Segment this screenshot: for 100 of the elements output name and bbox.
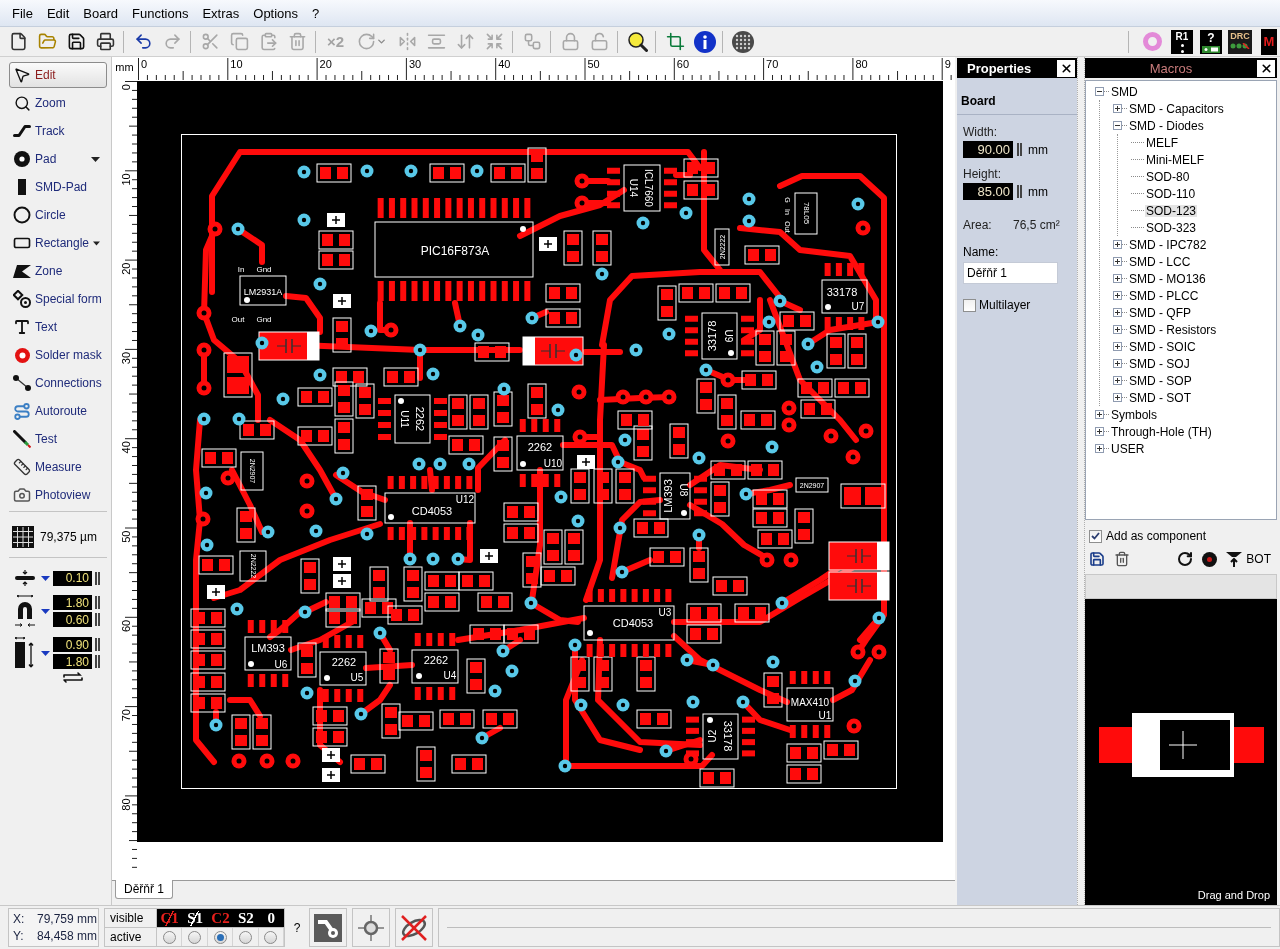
tree-item[interactable]: USER [1110,442,1146,455]
help-label[interactable]: ? [290,908,304,947]
tool-button[interactable]: Measure [9,454,107,480]
layer-toggle[interactable]: S2 [238,910,254,926]
tree-item[interactable]: SMD - IPC782 [1128,238,1208,251]
dropdown-caret-icon[interactable] [41,650,50,656]
tree-item[interactable]: SOD-110 [1145,187,1197,200]
track-tool-button[interactable] [309,908,347,947]
rule-check-button[interactable]: DRC [1228,29,1252,54]
record-dot-icon[interactable] [1202,551,1218,567]
tree-item[interactable]: SMD - LCC [1128,255,1192,268]
tool-button[interactable]: Text [9,314,107,340]
name-field[interactable]: Děřňř 1 [963,262,1058,284]
expand-box-icon[interactable] [1113,342,1122,351]
tree-item[interactable]: Through-Hole (TH) [1110,425,1213,438]
tree-item[interactable]: SMD - PLCC [1128,289,1200,302]
expand-box-icon[interactable] [1113,274,1122,283]
collapse-box-icon[interactable] [1113,121,1122,130]
expand-box-icon[interactable] [1113,291,1122,300]
tool-button[interactable]: Rectangle [9,230,107,256]
layer-radio[interactable] [238,930,252,944]
tree-item[interactable]: SMD - SOP [1128,374,1193,387]
tool-button[interactable]: Track [9,118,107,144]
number-field[interactable]: 85.00 [963,183,1013,200]
swap-icon[interactable] [62,672,84,683]
tree-item[interactable]: SMD [1110,85,1139,98]
tree-item[interactable]: SMD - SOIC [1128,340,1197,353]
close-button[interactable] [1257,59,1275,77]
number-field[interactable]: 1.80 [53,595,92,610]
expand-box-icon[interactable] [1113,325,1122,334]
number-field[interactable]: 0.90 [53,637,92,652]
number-field[interactable]: 0.60 [53,612,92,627]
tool-button[interactable]: Zoom [9,90,107,116]
layer-radio[interactable] [213,930,227,944]
rotate-icon[interactable] [1177,551,1194,567]
trash-icon[interactable] [1114,551,1130,567]
checkbox[interactable] [963,298,976,312]
tree-item[interactable]: MELF [1145,136,1179,149]
menu-item[interactable]: Edit [39,2,77,24]
layer-radio[interactable] [264,930,278,944]
menu-item[interactable]: File [5,2,40,24]
expand-box-icon[interactable] [1095,427,1104,436]
tree-item[interactable]: Symbols [1110,408,1158,421]
number-field[interactable]: 90.00 [963,141,1013,158]
document-tab[interactable]: Děřňř 1 [115,880,173,899]
tree-item[interactable]: SOD-323 [1145,221,1198,234]
layer-radio[interactable] [162,930,176,944]
expand-box-icon[interactable] [1113,257,1122,266]
tree-item[interactable]: SMD - Capacitors [1128,102,1225,115]
layer-toggle[interactable]: C2 [211,910,230,926]
tool-button[interactable]: Circle [9,202,107,228]
expand-box-icon[interactable] [1095,410,1104,419]
close-button[interactable] [1057,59,1075,77]
tool-button[interactable]: Special form [9,286,107,312]
number-field[interactable]: 1.80 [53,654,92,669]
funnel-arrow-icon[interactable] [1226,551,1243,567]
grid-icon[interactable] [12,526,34,548]
dropdown-caret-icon[interactable] [41,575,50,581]
expand-box-icon[interactable] [1113,308,1122,317]
spinner-icon[interactable] [95,655,100,668]
layer-toggle[interactable]: 0 [267,910,276,926]
tool-button[interactable]: SMD-Pad [9,174,107,200]
tree-item[interactable]: SMD - Resistors [1128,323,1218,336]
expand-box-icon[interactable] [1095,444,1104,453]
label-toggle-button[interactable]: R1 [1171,29,1193,54]
tool-button[interactable]: Zone [9,258,107,284]
expand-box-icon[interactable] [1113,104,1122,113]
tree-item[interactable]: SMD - MO136 [1128,272,1207,285]
tool-button[interactable]: Test [9,426,107,452]
menu-item[interactable]: Functions [125,2,196,24]
tree-item[interactable]: SMD - QFP [1128,306,1192,319]
tree-item[interactable]: SMD - Diodes [1128,119,1205,132]
m-button[interactable]: M [1261,28,1277,55]
menu-item[interactable]: Options [246,2,306,24]
menu-item[interactable]: ? [305,2,327,24]
tool-button[interactable]: Autoroute [9,398,107,424]
spinner-icon[interactable] [95,571,100,585]
expand-box-icon[interactable] [1113,393,1122,402]
connections-off-button[interactable] [395,908,433,947]
dropdown-caret-icon[interactable] [41,608,50,614]
checkbox[interactable] [1089,529,1102,543]
spinner-icon[interactable] [1017,143,1022,156]
menu-item[interactable]: Extras [195,2,247,24]
tree-item[interactable]: SOD-123 [1145,204,1198,217]
spinner-icon[interactable] [95,596,100,609]
spinner-icon[interactable] [1017,185,1022,198]
tool-button[interactable]: Photoview [9,482,107,508]
expand-box-icon[interactable] [1113,240,1122,249]
help-button[interactable]: ? [1200,29,1222,54]
menu-item[interactable]: Board [76,2,126,24]
crosshair-button[interactable] [352,908,390,947]
tool-button[interactable]: Solder mask [9,342,107,368]
tool-button[interactable]: Connections [9,370,107,396]
expand-box-icon[interactable] [1113,359,1122,368]
expand-box-icon[interactable] [1113,376,1122,385]
tree-item[interactable]: SMD - SOJ [1128,357,1191,370]
spinner-icon[interactable] [95,613,100,626]
tree-item[interactable]: SOD-80 [1145,170,1191,183]
tool-button[interactable]: Pad [9,146,107,172]
tree-item[interactable]: SMD - SOT [1128,391,1192,404]
